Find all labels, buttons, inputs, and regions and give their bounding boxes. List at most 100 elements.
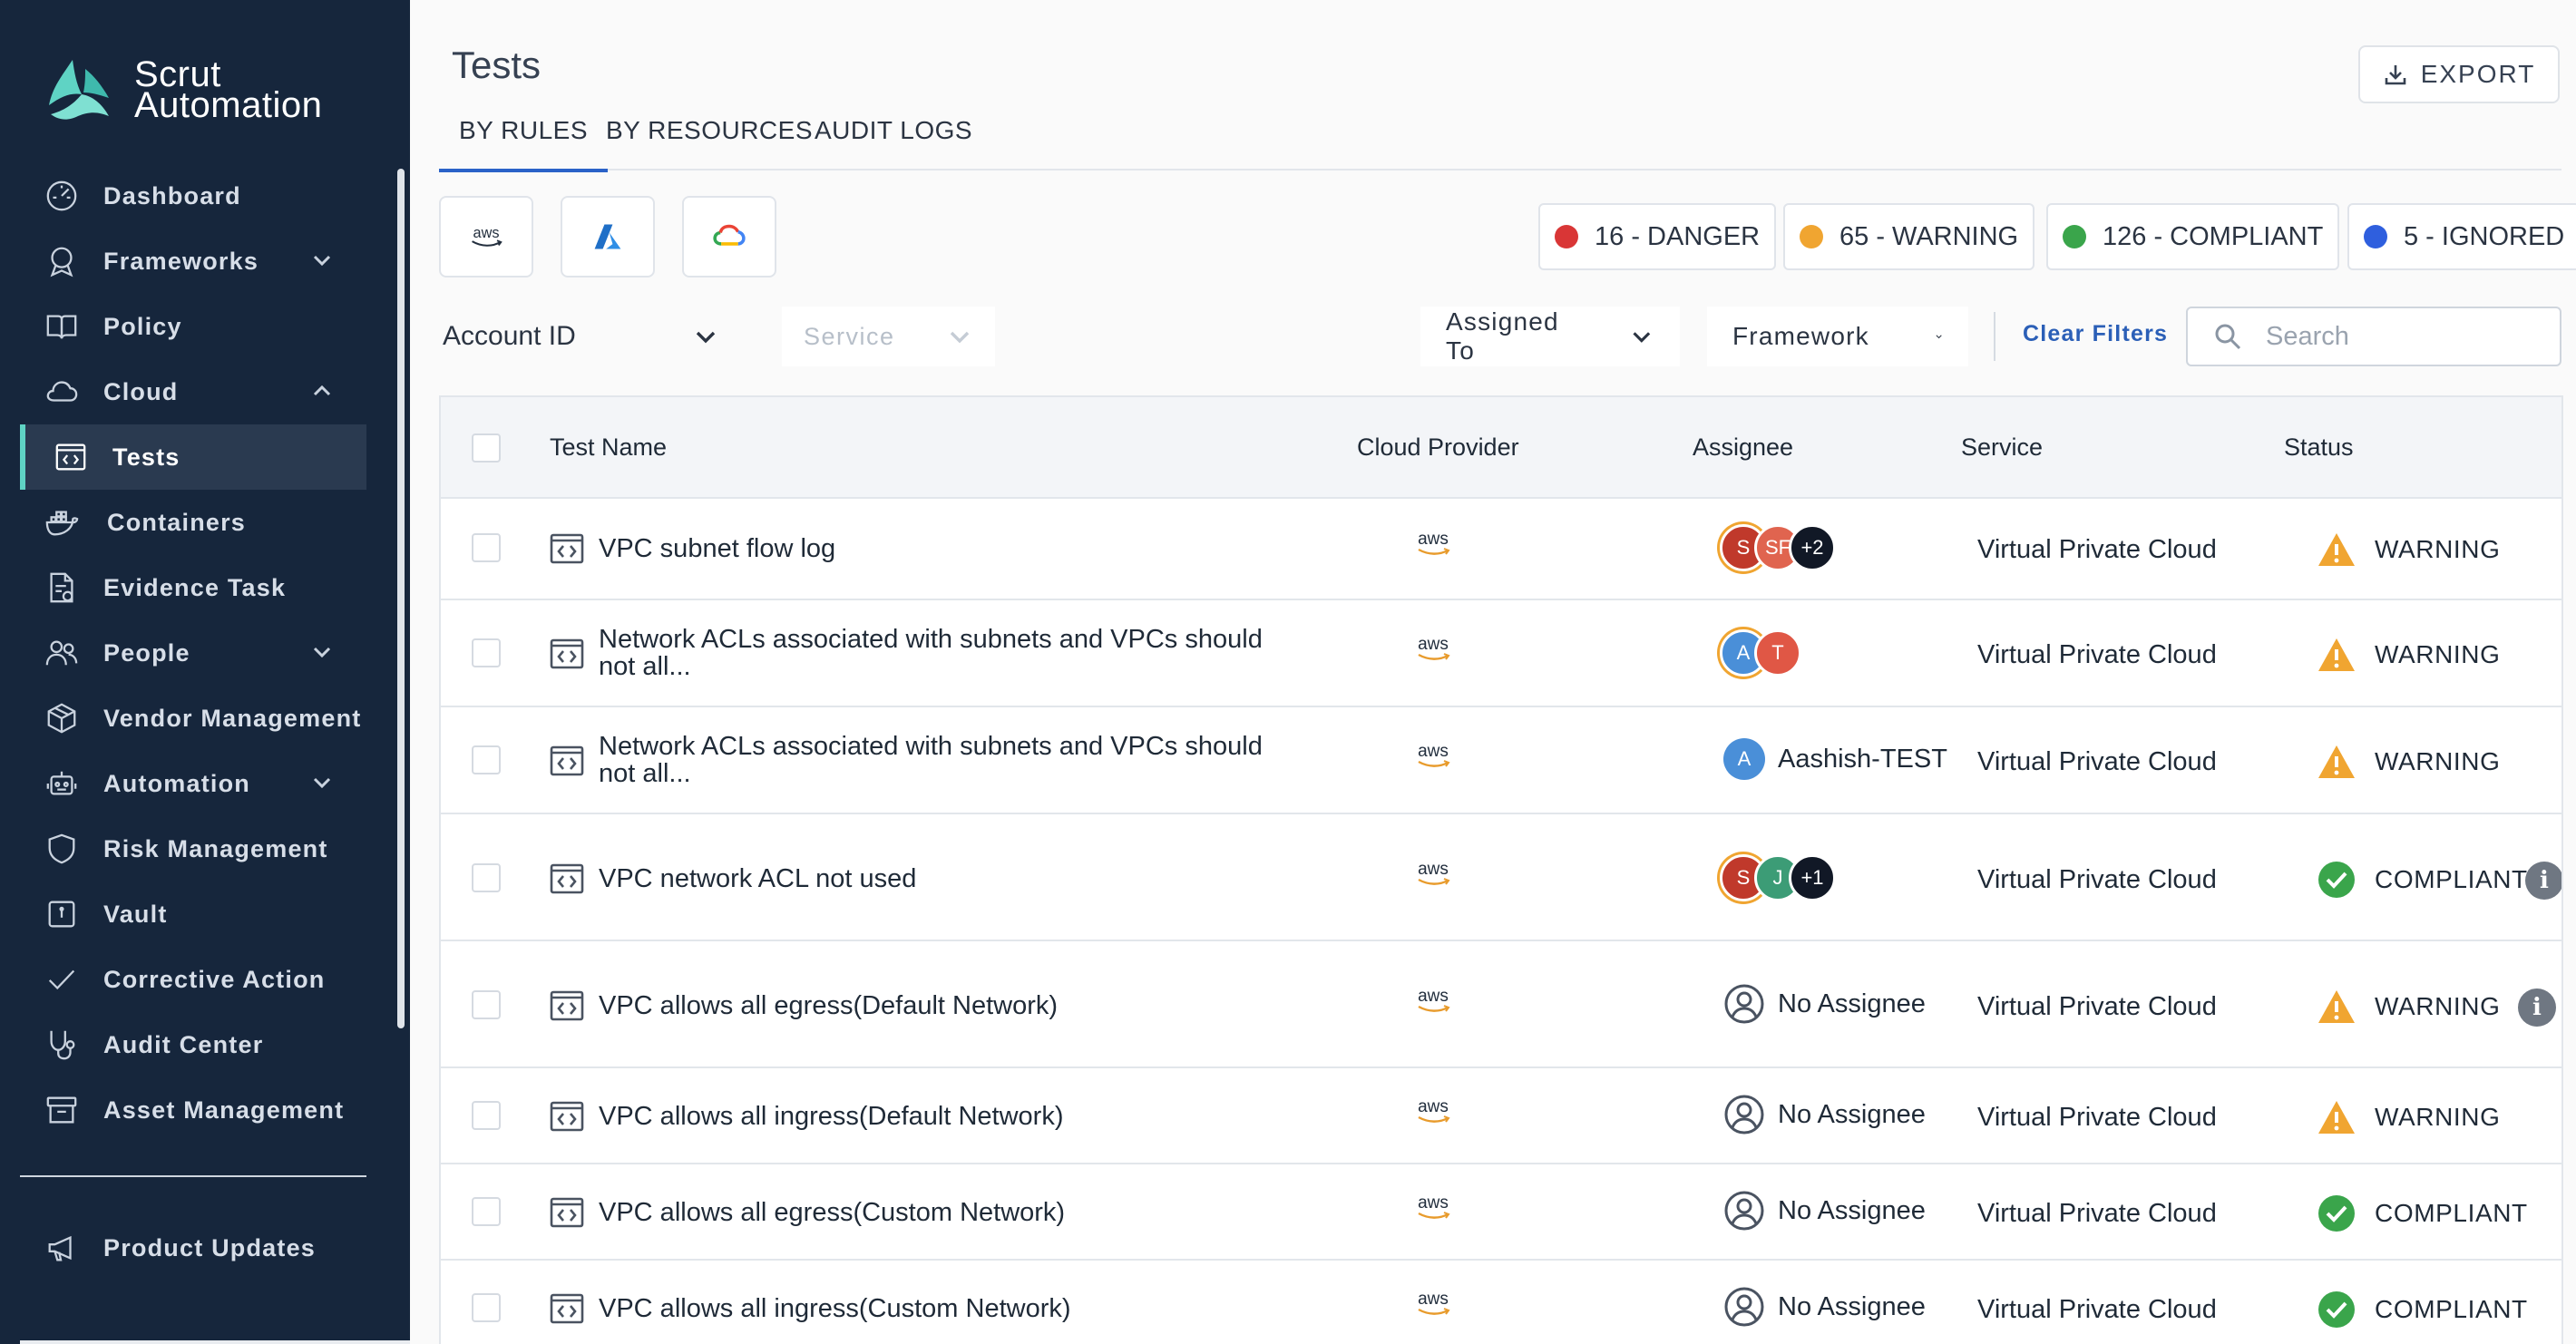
tab-by-resources[interactable]: BY RESOURCES xyxy=(606,116,813,145)
sidebar-item-label: Product Updates xyxy=(103,1233,317,1261)
sidebar-item-people[interactable]: People xyxy=(20,620,366,686)
info-icon[interactable]: i xyxy=(2525,862,2561,900)
assignee-single[interactable]: A Aashish-TEST xyxy=(1723,738,1947,780)
code-window-icon xyxy=(53,439,89,475)
sidebar-item-tests[interactable]: Tests xyxy=(20,424,366,490)
provider-filter-gcp[interactable] xyxy=(682,196,776,278)
assignee-avatars[interactable]: A T xyxy=(1720,629,1801,678)
sidebar-item-audit-center[interactable]: Audit Center xyxy=(20,1012,366,1077)
framework-dropdown[interactable]: Framework xyxy=(1707,307,1968,366)
table-row[interactable]: VPC allows all ingress(Custom Network) a… xyxy=(441,1261,2561,1344)
select-all-checkbox[interactable] xyxy=(472,433,501,463)
column-header-cloud-provider[interactable]: Cloud Provider xyxy=(1357,433,1519,462)
vault-icon xyxy=(44,896,80,932)
column-header-test-name[interactable]: Test Name xyxy=(550,433,667,462)
aws-icon: aws xyxy=(1408,1097,1459,1128)
test-name[interactable]: Network ACLs associated with subnets and… xyxy=(599,626,1297,680)
summary-ignored-label: 5 - IGNORED xyxy=(2404,221,2565,251)
no-assignee[interactable]: No Assignee xyxy=(1723,1286,1926,1328)
assignee-avatars[interactable]: S J +1 xyxy=(1720,854,1836,903)
column-header-service[interactable]: Service xyxy=(1961,433,2043,462)
brand-logo[interactable]: Scrut Automation xyxy=(45,56,322,123)
chevron-down-icon[interactable] xyxy=(310,771,334,794)
table-row[interactable]: Network ACLs associated with subnets and… xyxy=(441,707,2561,814)
table-row[interactable]: VPC network ACL not used aws S J +1 Virt… xyxy=(441,814,2561,941)
sidebar-item-label: Automation xyxy=(103,769,250,797)
avatar: A xyxy=(1723,738,1765,780)
no-assignee[interactable]: No Assignee xyxy=(1723,1190,1926,1232)
test-name[interactable]: VPC network ACL not used xyxy=(599,865,1288,892)
sidebar-item-risk-management[interactable]: Risk Management xyxy=(20,816,366,881)
row-checkbox[interactable] xyxy=(472,1293,501,1322)
row-checkbox[interactable] xyxy=(472,1197,501,1226)
sidebar-item-corrective-action[interactable]: Corrective Action xyxy=(20,947,366,1012)
service-dropdown[interactable]: Service xyxy=(782,307,995,366)
status-label: WARNING xyxy=(2375,640,2501,668)
table-row[interactable]: VPC allows all egress(Default Network) a… xyxy=(441,941,2561,1068)
summary-warning[interactable]: 65 - WARNING xyxy=(1783,203,2035,270)
sidebar-item-evidence-task[interactable]: Evidence Task xyxy=(20,555,366,620)
tab-bar: BY RULES BY RESOURCES AUDIT LOGS xyxy=(439,107,2561,172)
sidebar-item-vendor-management[interactable]: Vendor Management xyxy=(20,686,366,751)
sidebar-item-dashboard[interactable]: Dashboard xyxy=(20,163,366,229)
chevron-down-icon xyxy=(950,331,969,344)
test-name[interactable]: Network ACLs associated with subnets and… xyxy=(599,733,1297,787)
aws-icon: aws xyxy=(1408,860,1459,891)
sidebar-item-label: Evidence Task xyxy=(103,573,287,601)
account-id-dropdown[interactable]: Account ID xyxy=(443,307,719,366)
chevron-up-icon[interactable] xyxy=(310,379,334,403)
sidebar-item-containers[interactable]: Containers xyxy=(20,490,366,555)
summary-danger[interactable]: 16 - DANGER xyxy=(1538,203,1777,270)
row-checkbox[interactable] xyxy=(472,863,501,892)
test-name[interactable]: VPC subnet flow log xyxy=(599,535,1288,562)
chevron-down-icon[interactable] xyxy=(310,248,334,272)
table-row[interactable]: VPC allows all ingress(Default Network) … xyxy=(441,1068,2561,1164)
row-checkbox[interactable] xyxy=(472,990,501,1019)
sidebar-item-frameworks[interactable]: Frameworks xyxy=(20,229,366,294)
row-checkbox[interactable] xyxy=(472,533,501,562)
gcp-icon xyxy=(713,224,746,246)
test-name[interactable]: VPC allows all ingress(Default Network) xyxy=(599,1103,1288,1130)
summary-compliant[interactable]: 126 - COMPLIANT xyxy=(2046,203,2340,270)
table-row[interactable]: VPC allows all egress(Custom Network) aw… xyxy=(441,1164,2561,1261)
assignee-avatars[interactable]: S SF +2 xyxy=(1720,524,1836,573)
test-name[interactable]: VPC allows all egress(Default Network) xyxy=(599,992,1288,1019)
assigned-to-dropdown[interactable]: Assigned To xyxy=(1420,307,1680,366)
clear-filters-link[interactable]: Clear Filters xyxy=(2023,321,2168,347)
column-header-assignee[interactable]: Assignee xyxy=(1693,433,1793,462)
service-cell: Virtual Private Cloud xyxy=(1977,640,2217,669)
no-assignee[interactable]: No Assignee xyxy=(1723,1094,1926,1135)
test-name[interactable]: VPC allows all ingress(Custom Network) xyxy=(599,1295,1288,1322)
row-checkbox[interactable] xyxy=(472,638,501,667)
export-button[interactable]: EXPORT xyxy=(2358,45,2560,103)
summary-ignored[interactable]: 5 - IGNORED xyxy=(2347,203,2576,270)
column-header-status[interactable]: Status xyxy=(2284,433,2354,462)
row-checkbox[interactable] xyxy=(472,1101,501,1130)
chevron-down-icon[interactable] xyxy=(310,640,334,664)
status-badge: WARNING xyxy=(2317,987,2501,1027)
status-label: WARNING xyxy=(2375,992,2501,1020)
sidebar-item-policy[interactable]: Policy xyxy=(20,294,366,359)
sidebar-item-cloud[interactable]: Cloud xyxy=(20,359,366,424)
check-icon xyxy=(44,961,80,998)
sidebar-item-product-updates[interactable]: Product Updates xyxy=(20,1215,366,1281)
row-checkbox[interactable] xyxy=(472,745,501,774)
sidebar-item-vault[interactable]: Vault xyxy=(20,881,366,947)
tab-by-rules[interactable]: BY RULES xyxy=(439,116,608,172)
table-row[interactable]: VPC subnet flow log aws S SF +2 Virtual … xyxy=(441,499,2561,600)
test-name[interactable]: VPC allows all egress(Custom Network) xyxy=(599,1199,1288,1226)
search-box[interactable] xyxy=(2186,307,2561,366)
search-input[interactable] xyxy=(2266,321,2538,352)
provider-filter-azure[interactable] xyxy=(561,196,655,278)
svg-text:aws: aws xyxy=(1418,1097,1449,1116)
no-assignee[interactable]: No Assignee xyxy=(1723,983,1926,1025)
provider-filter-aws[interactable]: aws xyxy=(439,196,533,278)
tab-audit-logs[interactable]: AUDIT LOGS xyxy=(815,116,972,145)
sidebar-item-asset-management[interactable]: Asset Management xyxy=(20,1077,366,1143)
sidebar-scrollbar[interactable] xyxy=(397,169,405,1028)
summary-warning-label: 65 - WARNING xyxy=(1839,221,2019,251)
table-row[interactable]: Network ACLs associated with subnets and… xyxy=(441,600,2561,707)
info-icon[interactable]: i xyxy=(2518,989,2556,1027)
code-window-icon xyxy=(550,745,584,776)
sidebar-item-automation[interactable]: Automation xyxy=(20,751,366,816)
